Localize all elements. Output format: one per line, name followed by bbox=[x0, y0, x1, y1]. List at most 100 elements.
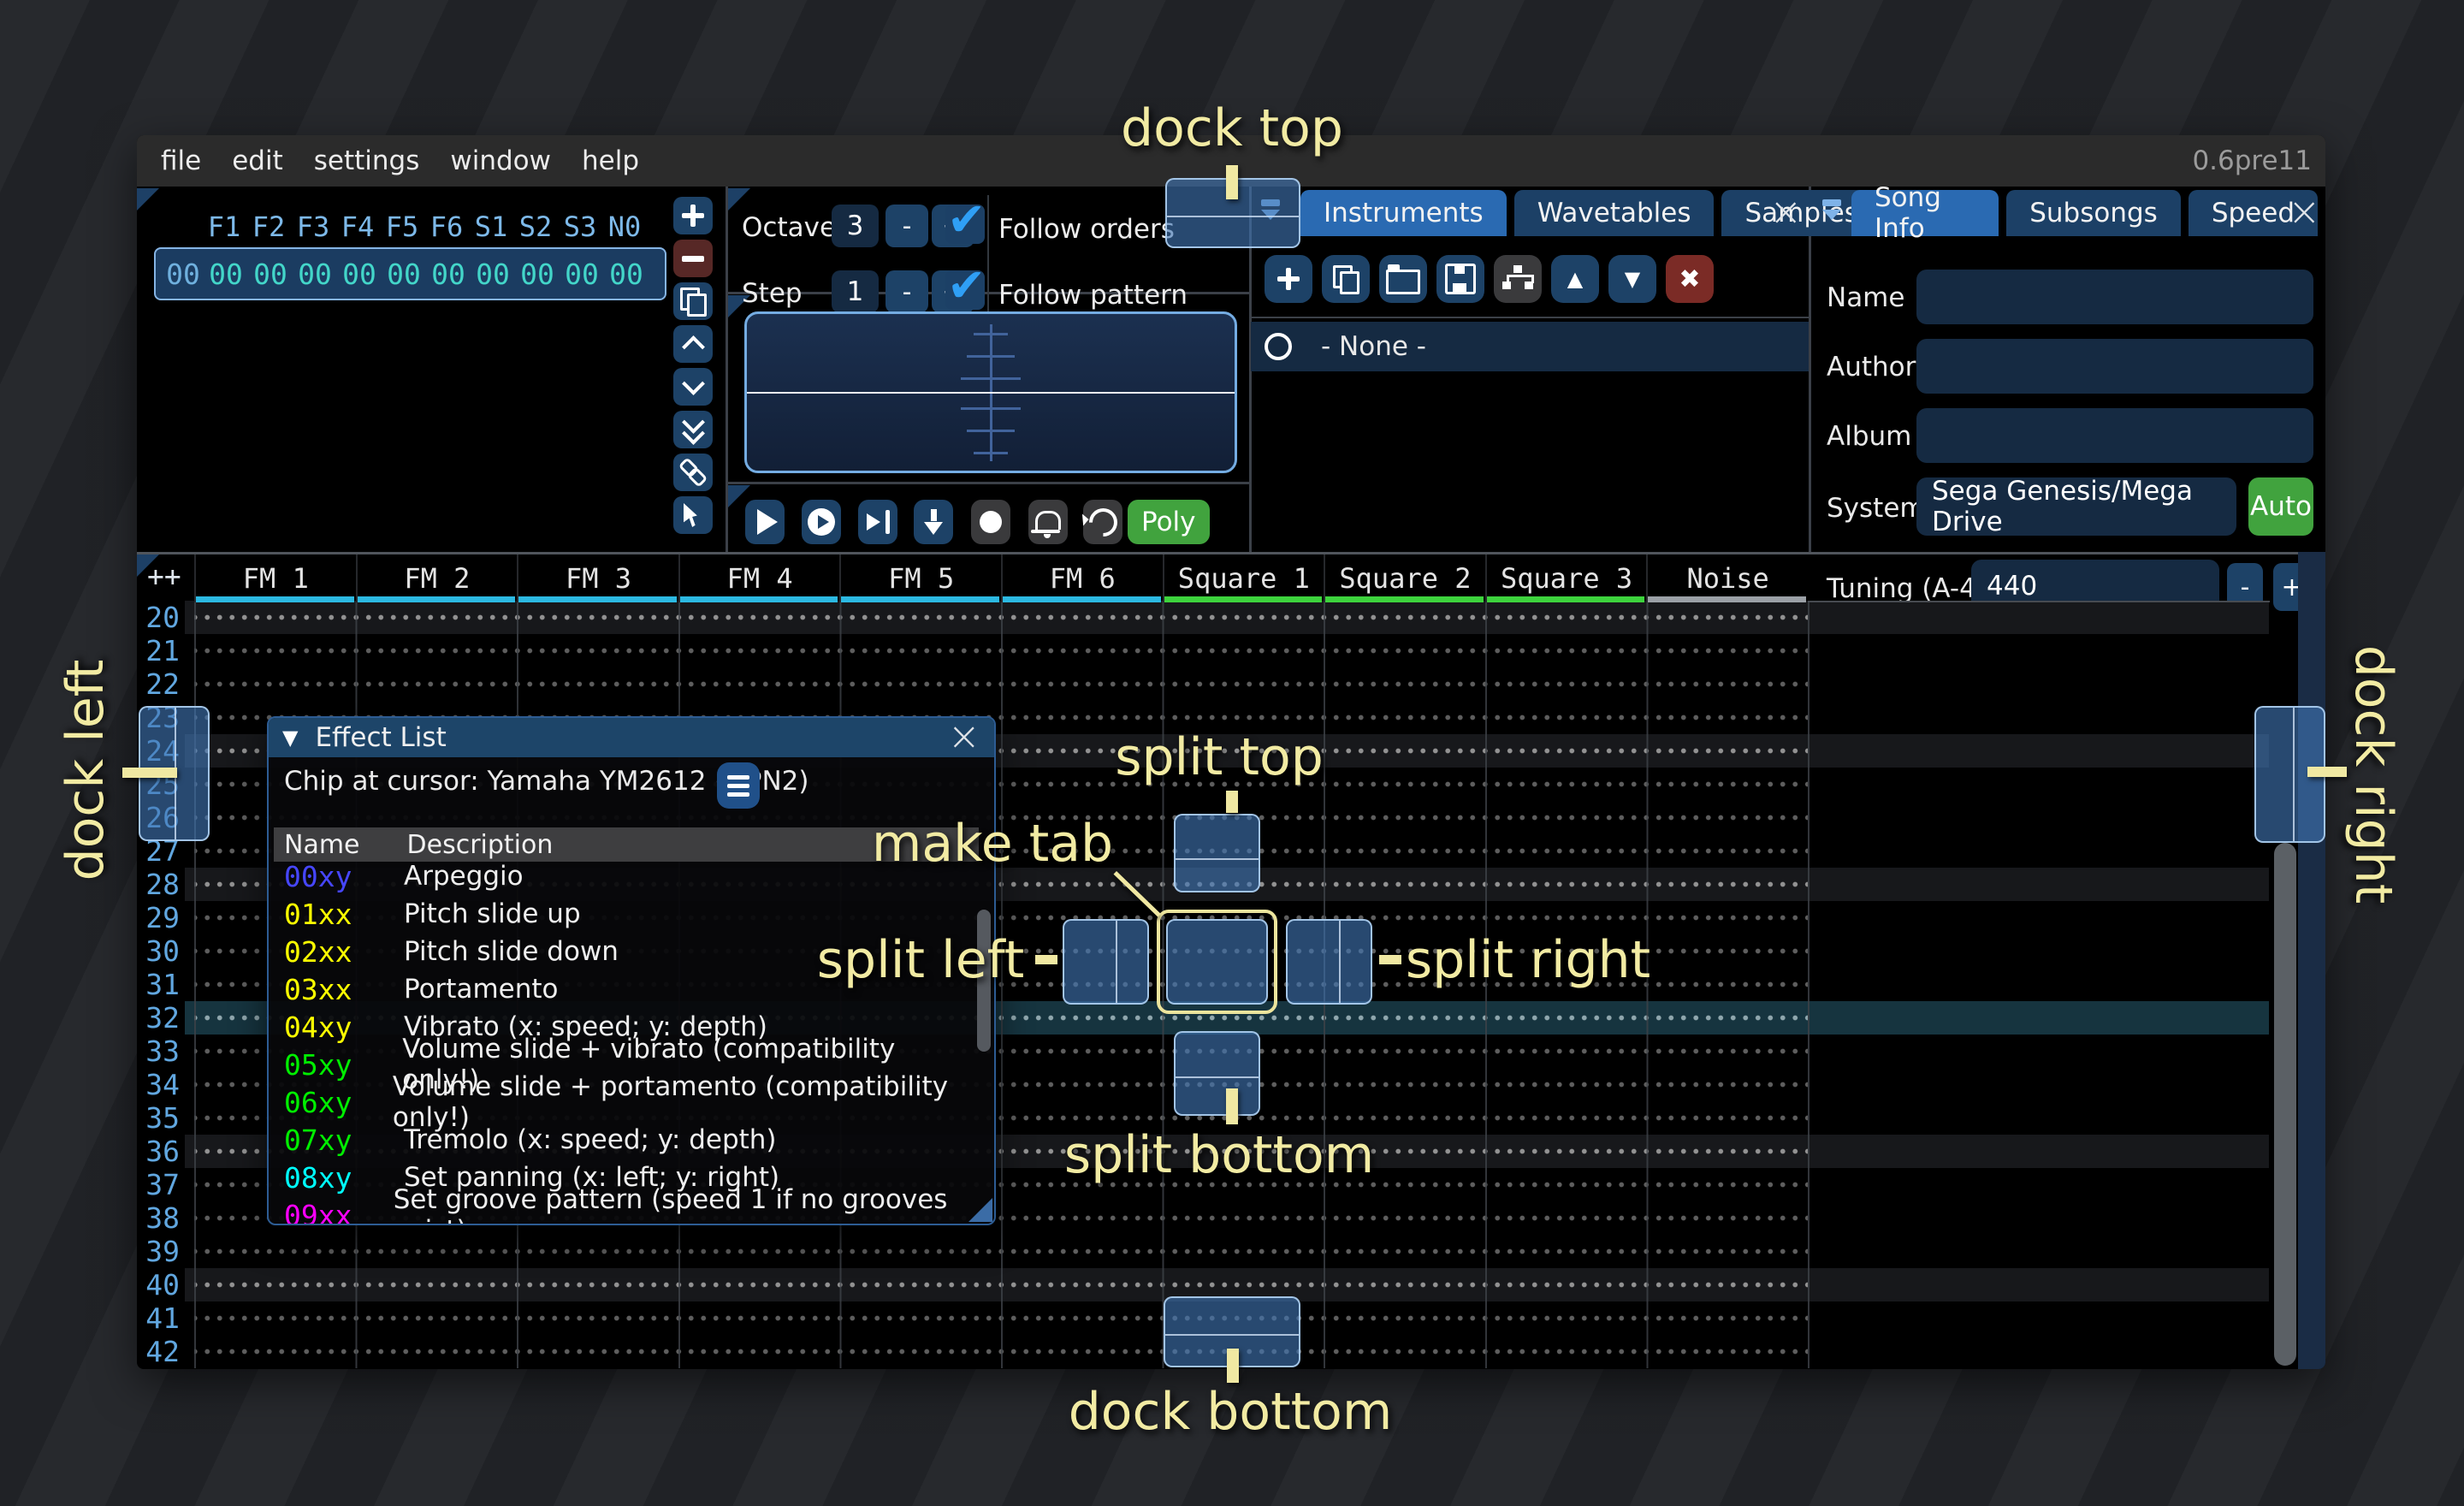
record-button[interactable] bbox=[971, 500, 1010, 544]
order-duplicate-button[interactable] bbox=[673, 282, 713, 320]
tab-wavetables[interactable]: Wavetables bbox=[1514, 190, 1715, 236]
order-value-7[interactable]: 00 bbox=[515, 258, 560, 291]
tab-instruments[interactable]: Instruments bbox=[1300, 190, 1507, 236]
play-row-button[interactable] bbox=[858, 500, 897, 544]
pattern-row-22[interactable]: 22 bbox=[137, 667, 2325, 701]
name-input[interactable] bbox=[1916, 270, 2313, 324]
order-move-up-button[interactable] bbox=[673, 325, 713, 363]
row-number: 22 bbox=[137, 667, 180, 701]
menu-item-help[interactable]: help bbox=[582, 145, 639, 176]
play-pattern-button[interactable] bbox=[802, 500, 841, 544]
split-top-target[interactable] bbox=[1174, 814, 1260, 892]
save-icon bbox=[1445, 264, 1476, 294]
pattern-scrollbar-thumb[interactable] bbox=[2274, 843, 2296, 1366]
instrument-move-down-button[interactable]: ▼ bbox=[1608, 255, 1656, 303]
order-value-8[interactable]: 00 bbox=[560, 258, 604, 291]
split-left-target[interactable] bbox=[1063, 919, 1149, 1005]
step-value[interactable]: 1 bbox=[832, 270, 879, 313]
separator bbox=[987, 195, 989, 319]
split-bottom-target[interactable] bbox=[1174, 1031, 1260, 1116]
empty-pattern-cells[interactable] bbox=[194, 1301, 1808, 1335]
resize-grip[interactable] bbox=[968, 1198, 992, 1222]
octave-value[interactable]: 3 bbox=[832, 205, 879, 247]
instrument-duplicate-button[interactable] bbox=[1322, 255, 1370, 303]
step-minus-button[interactable]: - bbox=[886, 270, 928, 313]
collapse-arrow-icon[interactable] bbox=[1819, 199, 1845, 222]
order-value-3[interactable]: 00 bbox=[337, 258, 382, 291]
make-tab-annotation: make tab bbox=[872, 814, 1113, 874]
channel-header-fm-1[interactable]: FM 1 bbox=[194, 554, 356, 602]
repeat-pattern-button[interactable] bbox=[1083, 500, 1122, 544]
order-value-6[interactable]: 00 bbox=[471, 258, 515, 291]
channel-header-square-2[interactable]: Square 2 bbox=[1324, 554, 1485, 602]
follow-pattern-checkbox[interactable]: ✔ bbox=[945, 270, 985, 310]
pattern-row-21[interactable]: 21 bbox=[137, 634, 2325, 667]
pattern-expand-button[interactable]: ++ bbox=[147, 560, 181, 593]
check-icon: ✔ bbox=[947, 193, 986, 246]
instrument-list-item[interactable]: - None - bbox=[1251, 322, 1809, 371]
system-input[interactable]: Sega Genesis/Mega Drive bbox=[1916, 477, 2236, 536]
order-move-down-button[interactable] bbox=[673, 368, 713, 406]
order-row-selected[interactable]: 0000000000000000000000 bbox=[154, 247, 666, 300]
play-button[interactable] bbox=[745, 500, 785, 544]
instrument-delete-button[interactable]: ✖ bbox=[1666, 255, 1714, 303]
row-number: 37 bbox=[137, 1168, 180, 1201]
channel-header-fm-2[interactable]: FM 2 bbox=[356, 554, 518, 602]
order-move-bottom-button[interactable] bbox=[673, 411, 713, 448]
step-row-button[interactable] bbox=[914, 500, 953, 544]
empty-pattern-cells[interactable] bbox=[194, 667, 1808, 701]
order-value-1[interactable]: 00 bbox=[248, 258, 293, 291]
tab-song-info[interactable]: Song Info bbox=[1851, 190, 1999, 236]
empty-pattern-cells[interactable] bbox=[194, 1235, 1808, 1268]
octave-minus-button[interactable]: - bbox=[886, 205, 928, 247]
channel-header-fm-6[interactable]: FM 6 bbox=[1001, 554, 1163, 602]
songinfo-close-icon[interactable]: × bbox=[2288, 192, 2321, 231]
channel-header-fm-4[interactable]: FM 4 bbox=[678, 554, 840, 602]
metronome-button[interactable] bbox=[1028, 500, 1068, 544]
instrument-save-button[interactable] bbox=[1436, 255, 1484, 303]
collapse-triangle-icon[interactable]: ▼ bbox=[282, 726, 298, 750]
order-value-2[interactable]: 00 bbox=[293, 258, 337, 291]
channel-header-square-3[interactable]: Square 3 bbox=[1485, 554, 1647, 602]
follow-orders-checkbox[interactable]: ✔ bbox=[945, 205, 985, 244]
channel-accent-bar bbox=[1164, 596, 1323, 602]
system-auto-button[interactable]: Auto bbox=[2248, 477, 2313, 536]
order-deep-clone-button[interactable] bbox=[673, 454, 713, 491]
channel-header-square-1[interactable]: Square 1 bbox=[1163, 554, 1324, 602]
order-value-9[interactable]: 00 bbox=[604, 258, 649, 291]
empty-pattern-cells[interactable] bbox=[194, 1268, 1808, 1301]
menu-item-edit[interactable]: edit bbox=[232, 145, 283, 176]
poly-button[interactable]: Poly bbox=[1128, 500, 1210, 544]
pattern-row-20[interactable]: 20 bbox=[137, 601, 2325, 634]
album-input[interactable] bbox=[1916, 408, 2313, 463]
effect-list-titlebar[interactable]: ▼ Effect List × bbox=[269, 718, 994, 757]
menu-item-file[interactable]: file bbox=[161, 145, 201, 176]
order-remove-button[interactable] bbox=[673, 240, 713, 277]
order-header-f3: F3 bbox=[291, 210, 335, 243]
order-value-4[interactable]: 00 bbox=[382, 258, 426, 291]
instrument-open-button[interactable] bbox=[1379, 255, 1427, 303]
channel-header-noise[interactable]: Noise bbox=[1646, 554, 1808, 602]
order-value-0[interactable]: 00 bbox=[204, 258, 248, 291]
pattern-row-39[interactable]: 39 bbox=[137, 1235, 2325, 1268]
instrument-add-button[interactable] bbox=[1265, 255, 1312, 303]
instruments-close-icon[interactable]: × bbox=[1769, 192, 1803, 231]
instrument-folders-button[interactable] bbox=[1494, 255, 1542, 303]
effect-list-close-icon[interactable]: × bbox=[947, 716, 980, 756]
order-value-5[interactable]: 00 bbox=[426, 258, 471, 291]
order-add-button[interactable] bbox=[673, 197, 713, 234]
effect-list-menu-button[interactable] bbox=[717, 762, 760, 809]
empty-pattern-cells[interactable] bbox=[194, 601, 1808, 634]
order-channel-headers: F1F2F3F4F5F6S1S2S3N0 bbox=[154, 210, 647, 243]
empty-pattern-cells[interactable] bbox=[194, 634, 1808, 667]
menu-item-settings[interactable]: settings bbox=[314, 145, 420, 176]
tab-subsongs[interactable]: Subsongs bbox=[2006, 190, 2181, 236]
instrument-move-up-button[interactable]: ▲ bbox=[1551, 255, 1599, 303]
menu-item-window[interactable]: window bbox=[450, 145, 551, 176]
empty-pattern-cells[interactable] bbox=[194, 1335, 1808, 1368]
order-select-mode-button[interactable] bbox=[673, 496, 713, 534]
split-right-target[interactable] bbox=[1286, 919, 1372, 1005]
author-input[interactable] bbox=[1916, 339, 2313, 394]
channel-header-fm-5[interactable]: FM 5 bbox=[839, 554, 1001, 602]
channel-header-fm-3[interactable]: FM 3 bbox=[517, 554, 678, 602]
